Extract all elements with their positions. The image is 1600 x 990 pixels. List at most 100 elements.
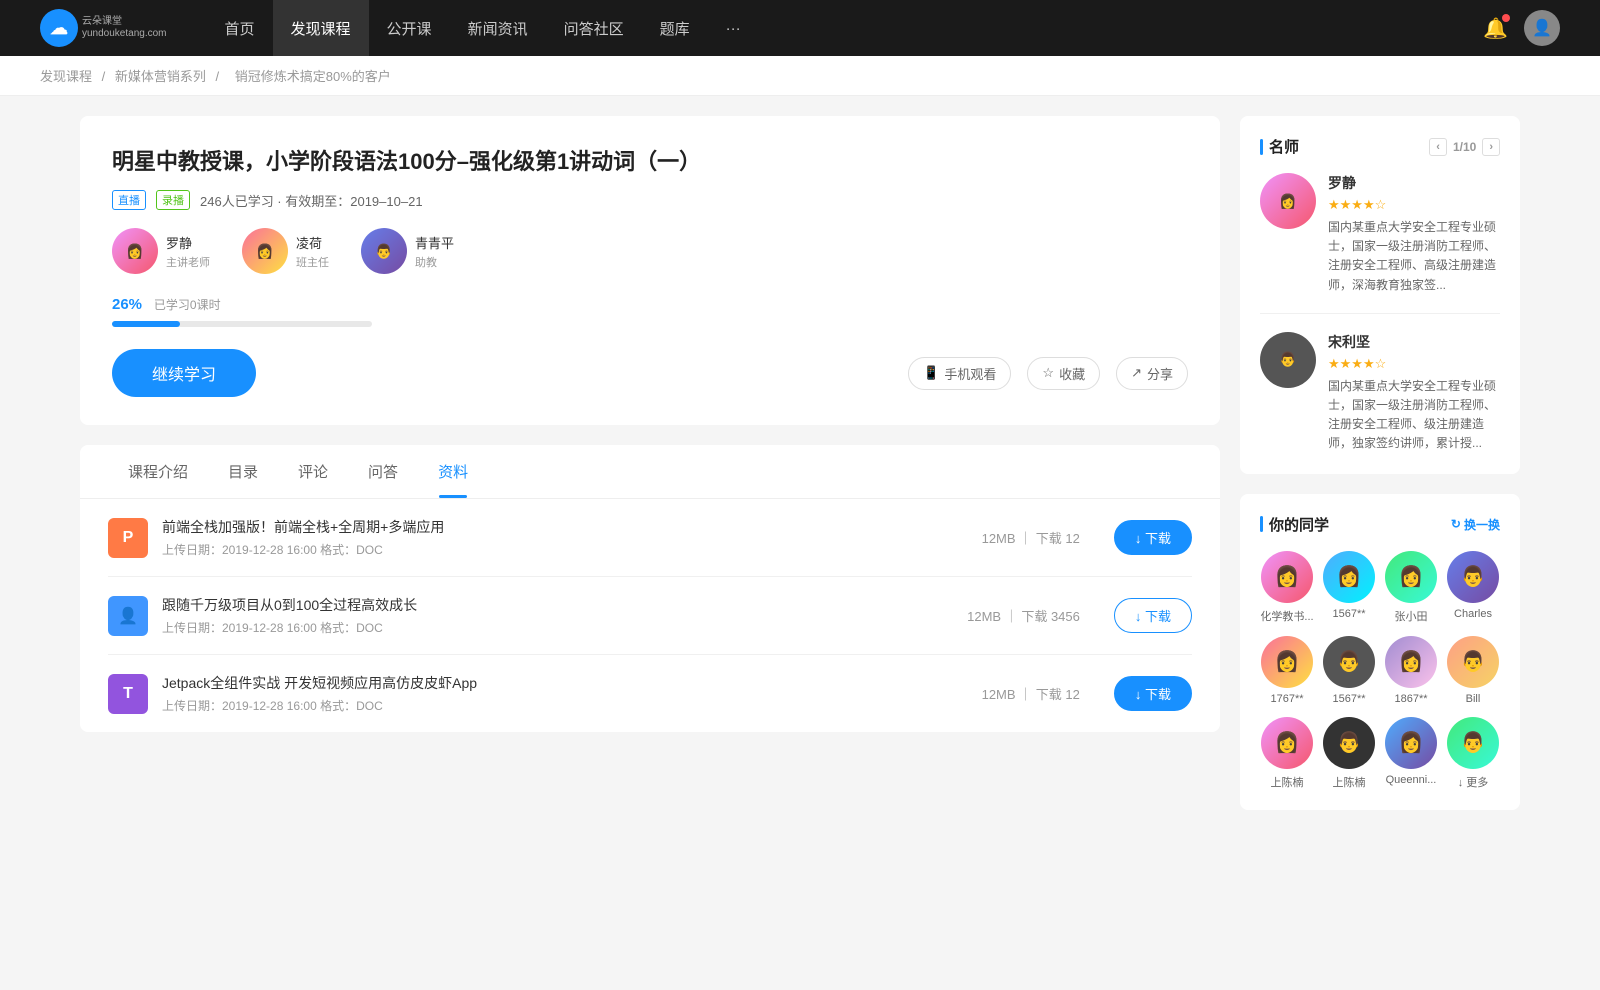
tab-review[interactable]: 评论 (278, 445, 348, 498)
resource-meta-2: 上传日期：2019-12-28 16:00 格式：DOC (162, 619, 953, 636)
continue-button[interactable]: 继续学习 (112, 349, 256, 397)
refresh-classmates-btn[interactable]: ↻ 换一换 (1451, 516, 1500, 533)
classmate-name-4: Charles (1454, 608, 1492, 620)
classmate-avatar-7: 👩 (1385, 636, 1437, 688)
bell-dot (1502, 14, 1510, 22)
classmate-6[interactable]: 👨 1567** (1322, 636, 1376, 705)
classmate-8[interactable]: 👨 Bill (1446, 636, 1500, 705)
nav-right: 🔔 👤 (1483, 10, 1560, 46)
classmates-grid: 👩 化学教书... 👩 1567** 👩 张小田 👨 Charles 👩 (1260, 551, 1500, 790)
tabs-card: 课程介绍 目录 评论 问答 资料 P 前端全栈加强版！前端全栈+全周期+多端应用… (80, 445, 1220, 732)
classmate-name-5: 1767** (1270, 693, 1303, 705)
course-actions: 继续学习 📱 手机观看 ☆ 收藏 ↗ 分享 (112, 349, 1188, 397)
bell-icon[interactable]: 🔔 (1483, 16, 1508, 41)
download-btn-3[interactable]: ↓ 下载 (1114, 676, 1192, 711)
classmate-12[interactable]: 👨 ↓ 更多 (1446, 717, 1500, 790)
nav-items: 首页 发现课程 公开课 新闻资讯 问答社区 题库 ··· (207, 0, 1484, 56)
tab-qa[interactable]: 问答 (348, 445, 418, 498)
progress-sub: 已学习0课时 (154, 298, 221, 312)
tab-catalog[interactable]: 目录 (208, 445, 278, 498)
nav-item-qa[interactable]: 问答社区 (546, 0, 642, 56)
classmate-avatar-2: 👩 (1323, 551, 1375, 603)
course-title: 明星中教授课，小学阶段语法100分–强化级第1讲动词（一） (112, 144, 1188, 176)
classmate-avatar-6: 👨 (1323, 636, 1375, 688)
classmate-name-3: 张小田 (1395, 608, 1428, 624)
classmate-2[interactable]: 👩 1567** (1322, 551, 1376, 624)
mobile-watch-button[interactable]: 📱 手机观看 (908, 357, 1011, 390)
classmate-avatar-3: 👩 (1385, 551, 1437, 603)
progress-bar-fill (112, 321, 180, 327)
download-btn-1[interactable]: ↓ 下载 (1114, 520, 1192, 555)
classmate-7[interactable]: 👩 1867** (1384, 636, 1438, 705)
classmate-9[interactable]: 👩 上陈楠 (1260, 717, 1314, 790)
teacher-2-name: 凌荷 (296, 233, 329, 252)
classmate-11[interactable]: 👩 Queenni... (1384, 717, 1438, 790)
teacher-1-avatar: 👩 (112, 228, 158, 274)
classmates-panel: 你的同学 ↻ 换一换 👩 化学教书... 👩 1567** 👩 张小田 (1240, 494, 1520, 810)
teacher-panel-info-2: 宋利坚 ★★★★☆ 国内某重点大学安全工程专业硕士，国家一级注册消防工程师、注册… (1328, 332, 1500, 454)
classmates-panel-title: 你的同学 ↻ 换一换 (1260, 514, 1500, 535)
teachers-next-btn[interactable]: › (1482, 138, 1500, 156)
progress-section: 26% 已学习0课时 (112, 296, 1188, 327)
nav-item-news[interactable]: 新闻资讯 (450, 0, 546, 56)
classmate-3[interactable]: 👩 张小田 (1384, 551, 1438, 624)
tag-live: 直播 (112, 190, 146, 210)
tab-intro[interactable]: 课程介绍 (108, 445, 208, 498)
resource-title-1: 前端全栈加强版！前端全栈+全周期+多端应用 (162, 517, 968, 537)
resource-title-3: Jetpack全组件实战 开发短视频应用高仿皮皮虾App (162, 673, 968, 693)
resource-stats-1: 12MB ｜ 下载 12 (982, 528, 1080, 547)
resource-list: P 前端全栈加强版！前端全栈+全周期+多端应用 上传日期：2019-12-28 … (80, 499, 1220, 732)
nav-item-quiz[interactable]: 题库 (642, 0, 708, 56)
teacher-panel-item-1: 👩 罗静 ★★★★☆ 国内某重点大学安全工程专业硕士，国家一级注册消防工程师、注… (1260, 173, 1500, 295)
user-avatar[interactable]: 👤 (1524, 10, 1560, 46)
teacher-panel-avatar-1: 👩 (1260, 173, 1316, 229)
logo[interactable]: ☁ 云朵课堂 yundouketang.com (40, 9, 167, 47)
nav-item-courses[interactable]: 发现课程 (273, 0, 369, 56)
classmate-4[interactable]: 👨 Charles (1446, 551, 1500, 624)
refresh-icon: ↻ (1451, 517, 1461, 531)
breadcrumb-link-2[interactable]: 新媒体营销系列 (115, 69, 206, 84)
breadcrumb-link-1[interactable]: 发现课程 (40, 69, 92, 84)
classmate-10[interactable]: 👨 上陈楠 (1322, 717, 1376, 790)
teachers-prev-btn[interactable]: ‹ (1429, 138, 1447, 156)
share-button[interactable]: ↗ 分享 (1116, 357, 1188, 390)
teacher-1: 👩 罗静 主讲老师 (112, 228, 210, 274)
teacher-3: 👨 青青平 助教 (361, 228, 454, 274)
download-btn-2[interactable]: ↓ 下载 (1114, 598, 1192, 633)
star-icon: ☆ (1042, 365, 1054, 381)
nav-item-open[interactable]: 公开课 (369, 0, 450, 56)
navbar: ☁ 云朵课堂 yundouketang.com 首页 发现课程 公开课 新闻资讯… (0, 0, 1600, 56)
teacher-2-role: 班主任 (296, 254, 329, 270)
classmate-1[interactable]: 👩 化学教书... (1260, 551, 1314, 624)
right-panel: 名师 ‹ 1/10 › 👩 罗静 ★★★★☆ 国内某重点大学安全工程专业硕士，国… (1240, 116, 1520, 830)
nav-item-more[interactable]: ··· (708, 0, 759, 56)
classmate-avatar-11: 👩 (1385, 717, 1437, 769)
tab-resource[interactable]: 资料 (418, 445, 488, 498)
classmate-5[interactable]: 👩 1767** (1260, 636, 1314, 705)
nav-item-home[interactable]: 首页 (207, 0, 273, 56)
tag-record: 录播 (156, 190, 190, 210)
resource-item-1: P 前端全栈加强版！前端全栈+全周期+多端应用 上传日期：2019-12-28 … (108, 499, 1192, 577)
resource-item-3: T Jetpack全组件实战 开发短视频应用高仿皮皮虾App 上传日期：2019… (108, 655, 1192, 732)
resource-info-2: 跟随千万级项目从0到100全过程高效成长 上传日期：2019-12-28 16:… (162, 595, 953, 636)
resource-item-2: 👤 跟随千万级项目从0到100全过程高效成长 上传日期：2019-12-28 1… (108, 577, 1192, 655)
teacher-panel-item-2: 👨 宋利坚 ★★★★☆ 国内某重点大学安全工程专业硕士，国家一级注册消防工程师、… (1260, 332, 1500, 454)
breadcrumb: 发现课程 / 新媒体营销系列 / 销冠修炼术搞定80%的客户 (0, 56, 1600, 96)
collect-button[interactable]: ☆ 收藏 (1027, 357, 1100, 390)
course-meta-text: 246人已学习 · 有效期至：2019–10–21 (200, 191, 423, 210)
tabs-header: 课程介绍 目录 评论 问答 资料 (80, 445, 1220, 499)
classmate-name-11: Queenni... (1386, 774, 1437, 786)
classmate-avatar-10: 👨 (1323, 717, 1375, 769)
teacher-panel-stars-1: ★★★★☆ (1328, 197, 1500, 213)
teacher-panel-stars-2: ★★★★☆ (1328, 356, 1500, 372)
progress-label: 26% (112, 296, 142, 313)
main-content: 明星中教授课，小学阶段语法100分–强化级第1讲动词（一） 直播 录播 246人… (40, 96, 1560, 850)
breadcrumb-current: 销冠修炼术搞定80%的客户 (235, 69, 391, 84)
teacher-panel-avatar-2: 👨 (1260, 332, 1316, 388)
teacher-1-role: 主讲老师 (166, 254, 210, 270)
classmate-avatar-9: 👩 (1261, 717, 1313, 769)
teacher-panel-desc-2: 国内某重点大学安全工程专业硕士，国家一级注册消防工程师、注册安全工程师、级注册建… (1328, 377, 1500, 454)
resource-meta-3: 上传日期：2019-12-28 16:00 格式：DOC (162, 697, 968, 714)
share-icon: ↗ (1131, 365, 1142, 381)
teacher-panel-name-2: 宋利坚 (1328, 332, 1500, 352)
